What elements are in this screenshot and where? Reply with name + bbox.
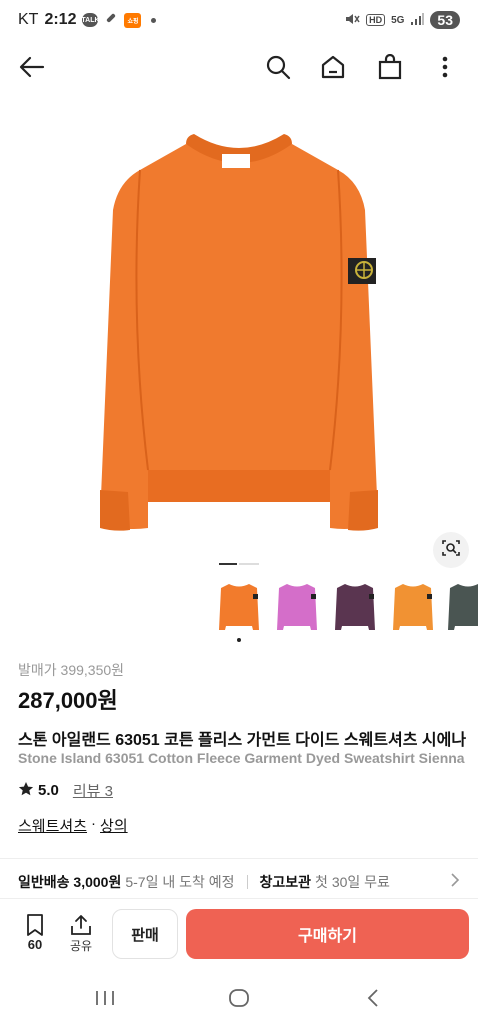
- signal-icon: [410, 12, 425, 29]
- thumbnail-pink[interactable]: [275, 580, 319, 636]
- shipping-separator: [246, 875, 248, 889]
- section-divider: [0, 858, 478, 859]
- search-icon[interactable]: [263, 52, 293, 82]
- storage-note: 첫 30일 무료: [315, 874, 390, 890]
- network-label: 5G: [391, 14, 405, 26]
- storage-label: 창고보관: [259, 874, 312, 890]
- shopping-app-icon: 쇼핑: [124, 12, 142, 28]
- chevron-right-icon: [450, 872, 460, 890]
- home-circle-icon[interactable]: [224, 986, 254, 1010]
- category-sweatshirts-link[interactable]: 스웨트셔츠: [18, 815, 87, 836]
- category-separator: ·: [91, 815, 97, 832]
- thumbnail-orange[interactable]: [217, 580, 261, 636]
- product-hero-image[interactable]: [0, 100, 478, 570]
- sell-button[interactable]: 판매: [112, 909, 178, 959]
- current-price: 287,000원: [18, 688, 118, 713]
- clock: 2:12: [44, 11, 77, 28]
- bottom-action-bar: 60 공유 판매 구매하기: [0, 898, 478, 972]
- recent-apps-icon[interactable]: [90, 986, 120, 1010]
- color-thumbnails: [0, 580, 478, 640]
- rating-row: 5.0 리뷰 3: [18, 780, 113, 801]
- share-icon: [66, 913, 96, 937]
- product-title-korean: 스톤 아일랜드 63051 코튼 플리스 가먼트 다이드 스웨트셔츠 시에나: [18, 732, 467, 749]
- system-back-icon[interactable]: [358, 986, 388, 1010]
- status-left: KT 2:12 TALK 쇼핑: [18, 11, 157, 30]
- shipping-fee: 일반배송 3,000원: [18, 874, 122, 890]
- carrier-label: KT: [18, 11, 39, 28]
- thumbnail-plum[interactable]: [333, 580, 377, 636]
- image-search-icon: [441, 538, 461, 563]
- thumbnail-selected-dot: [237, 638, 241, 642]
- bookmark-count: 60: [27, 937, 43, 952]
- category-breadcrumb: 스웨트셔츠 · 상의: [18, 815, 128, 836]
- rating-score: 5.0: [38, 782, 59, 799]
- mute-icon: [344, 12, 360, 29]
- thumbnail-mustard[interactable]: [391, 580, 435, 636]
- share-label: 공유: [69, 939, 93, 953]
- image-search-button[interactable]: [433, 532, 469, 568]
- bookmark-icon: [18, 913, 52, 937]
- status-right: HD 5G 53: [344, 11, 460, 29]
- share-button[interactable]: 공유: [66, 913, 96, 954]
- star-icon: [18, 781, 34, 801]
- hd-label: HD: [366, 14, 386, 26]
- status-bar: KT 2:12 TALK 쇼핑 HD 5G 53: [0, 0, 478, 40]
- back-arrow-icon[interactable]: [17, 52, 47, 82]
- system-nav-bar: [0, 972, 478, 1024]
- pill-icon: [104, 11, 118, 30]
- kakaotalk-icon: TALK: [81, 13, 100, 27]
- shipping-eta: 5-7일 내 도착 예정: [125, 874, 235, 890]
- shipping-row[interactable]: 일반배송 3,000원 5-7일 내 도착 예정 창고보관 첫 30일 무료: [18, 872, 478, 892]
- home-icon[interactable]: [318, 52, 348, 82]
- buy-button[interactable]: 구매하기: [186, 909, 469, 959]
- image-page-indicator: [219, 563, 259, 565]
- reviews-link[interactable]: 리뷰 3: [73, 780, 113, 801]
- top-nav: [0, 44, 478, 90]
- more-vert-icon[interactable]: [430, 52, 460, 82]
- original-price: 발매가 399,350원: [18, 662, 125, 678]
- notification-dot-icon: [151, 17, 157, 23]
- thumbnail-charcoal[interactable]: [446, 580, 478, 636]
- bookmark-button[interactable]: 60: [18, 913, 52, 952]
- shopping-bag-icon[interactable]: [375, 52, 405, 82]
- battery-indicator: 53: [430, 11, 460, 29]
- category-tops-link[interactable]: 상의: [100, 815, 128, 836]
- product-title-english: Stone Island 63051 Cotton Fleece Garment…: [18, 750, 465, 766]
